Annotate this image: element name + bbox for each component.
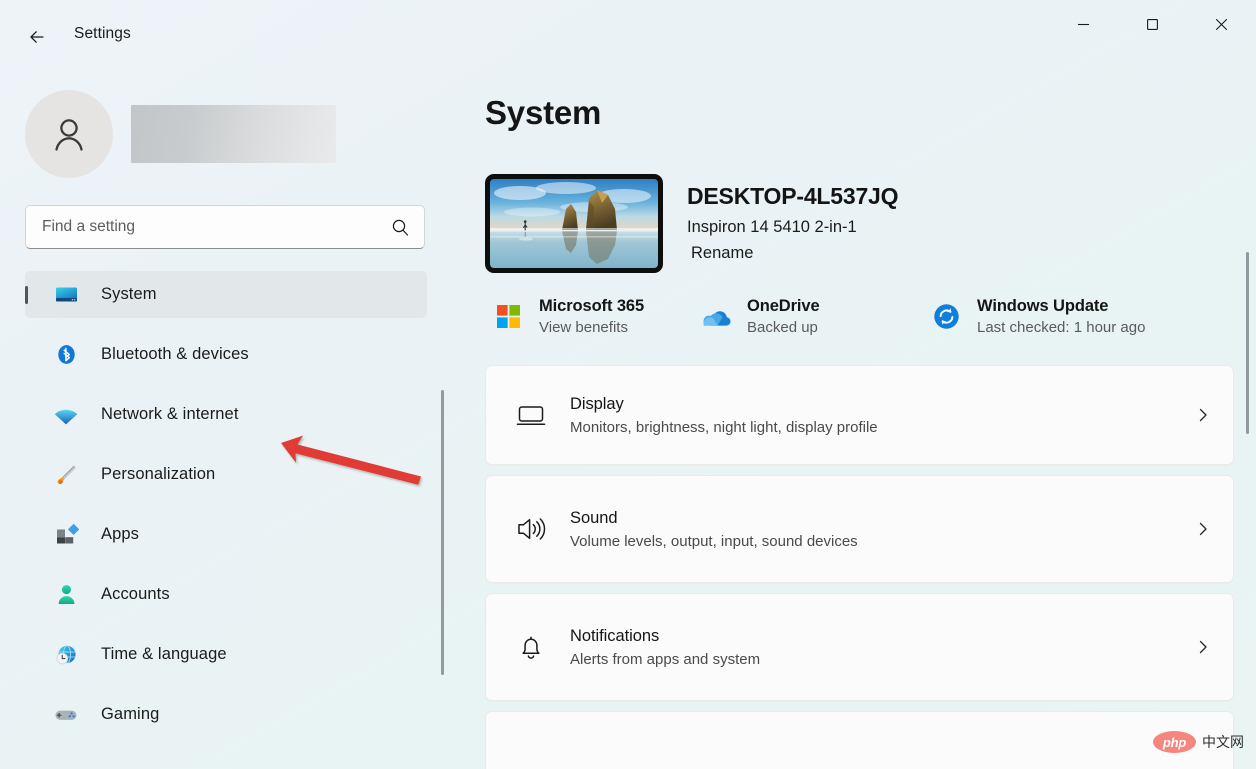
close-button[interactable]: [1187, 0, 1256, 48]
quick-link-onedrive[interactable]: OneDrive Backed up: [695, 292, 905, 341]
quick-link-title: OneDrive: [747, 297, 820, 315]
person-icon: [52, 581, 80, 609]
globe-clock-icon: [52, 641, 80, 669]
settings-cards: Display Monitors, brightness, night ligh…: [485, 365, 1234, 769]
maximize-icon: [1147, 18, 1158, 30]
card-text: Notifications Alerts from apps and syste…: [570, 627, 1195, 668]
person-avatar-icon: [55, 119, 83, 151]
display-monitor-icon: [514, 398, 548, 432]
sidebar-item-accounts[interactable]: Accounts: [25, 571, 427, 618]
window-controls: [1049, 0, 1256, 48]
sidebar-item-personalization[interactable]: Personalization: [25, 451, 427, 498]
quick-link-windows-update[interactable]: Windows Update Last checked: 1 hour ago: [925, 292, 1155, 341]
monitor-icon: [52, 281, 80, 309]
back-button[interactable]: [17, 21, 57, 53]
sidebar-item-label: Bluetooth & devices: [101, 345, 249, 363]
device-summary: DESKTOP-4L537JQ Inspiron 14 5410 2-in-1 …: [485, 174, 1234, 273]
card-title: Sound: [570, 508, 618, 527]
bluetooth-icon: [52, 341, 80, 369]
sidebar-item-label: Personalization: [101, 465, 216, 483]
main-content: System DESKTOP-4L537JQ Inspiron 14 5410 …: [460, 72, 1256, 769]
sidebar-item-label: Accounts: [101, 585, 170, 603]
quick-link-subtitle: Backed up: [747, 319, 818, 336]
card-subtitle: Volume levels, output, input, sound devi…: [570, 532, 858, 550]
sidebar-item-apps[interactable]: Apps: [25, 511, 427, 558]
microsoft-logo-icon: [493, 302, 523, 332]
page-title: System: [485, 94, 602, 131]
close-icon: [1215, 18, 1228, 30]
sidebar-scrollbar[interactable]: [441, 390, 444, 675]
chevron-right-icon[interactable]: [1195, 639, 1211, 655]
quick-link-text: Microsoft 365 View benefits: [539, 297, 644, 336]
selection-indicator: [25, 285, 28, 304]
card-subtitle: Alerts from apps and system: [570, 650, 761, 668]
sidebar-item-label: Network & internet: [101, 405, 239, 423]
rename-link[interactable]: Rename: [691, 244, 753, 263]
search-input[interactable]: [42, 218, 391, 236]
card-title: Notifications: [570, 626, 660, 645]
windows-update-sync-icon: [931, 302, 961, 332]
quick-link-title: Windows Update: [977, 297, 1109, 315]
card-text: Sound Volume levels, output, input, soun…: [570, 509, 1195, 550]
sidebar-item-network-internet[interactable]: Network & internet: [25, 391, 427, 438]
app-shell: System Bluetooth & devices: [0, 72, 1256, 769]
account-profile[interactable]: [25, 90, 460, 178]
card-title: Display: [570, 394, 624, 413]
card-text: Display Monitors, brightness, night ligh…: [570, 395, 1195, 436]
search-icon[interactable]: [391, 218, 410, 237]
quick-link-subtitle: Last checked: 1 hour ago: [977, 319, 1146, 336]
gamepad-icon: [52, 701, 80, 729]
minimize-button[interactable]: [1049, 0, 1118, 48]
account-name-redacted: [131, 105, 336, 163]
card-subtitle: Monitors, brightness, night light, displ…: [570, 418, 878, 436]
settings-card-partial[interactable]: [485, 711, 1234, 769]
wallpaper-image: [490, 179, 658, 268]
chevron-right-icon[interactable]: [1195, 521, 1211, 537]
minimize-icon: [1077, 23, 1090, 25]
wallpaper-thumbnail: [485, 174, 663, 273]
back-arrow-icon: [30, 31, 44, 43]
sidebar-item-label: System: [101, 285, 157, 303]
settings-card-notifications[interactable]: Notifications Alerts from apps and syste…: [485, 593, 1234, 701]
quick-link-subtitle: View benefits: [539, 319, 628, 336]
sidebar-nav: System Bluetooth & devices Network & int…: [25, 271, 427, 738]
sidebar-item-system[interactable]: System: [25, 271, 427, 318]
speaker-icon: [514, 512, 548, 546]
sidebar-item-time-language[interactable]: Time & language: [25, 631, 427, 678]
window-titlebar: Settings: [0, 0, 1256, 72]
sidebar-item-gaming[interactable]: Gaming: [25, 691, 427, 738]
quick-link-microsoft-365[interactable]: Microsoft 365 View benefits: [487, 292, 673, 341]
window-title: Settings: [74, 25, 131, 42]
settings-card-display[interactable]: Display Monitors, brightness, night ligh…: [485, 365, 1234, 465]
apps-blocks-icon: [52, 521, 80, 549]
search-box[interactable]: [25, 205, 425, 249]
chevron-right-icon[interactable]: [1195, 407, 1211, 423]
bell-icon: [514, 630, 548, 664]
quick-link-text: OneDrive Backed up: [747, 297, 820, 336]
onedrive-cloud-icon: [701, 302, 731, 332]
maximize-button[interactable]: [1118, 0, 1187, 48]
sidebar-item-label: Gaming: [101, 705, 160, 723]
settings-card-sound[interactable]: Sound Volume levels, output, input, soun…: [485, 475, 1234, 583]
avatar: [25, 90, 113, 178]
paintbrush-icon: [52, 461, 80, 489]
device-name: DESKTOP-4L537JQ: [687, 183, 899, 209]
main-scrollbar[interactable]: [1246, 252, 1249, 434]
quick-link-text: Windows Update Last checked: 1 hour ago: [977, 297, 1145, 336]
device-meta: DESKTOP-4L537JQ Inspiron 14 5410 2-in-1 …: [687, 174, 899, 263]
sidebar-item-bluetooth-devices[interactable]: Bluetooth & devices: [25, 331, 427, 378]
quick-links-row: Microsoft 365 View benefits OneDrive Bac…: [487, 292, 1234, 341]
sidebar-item-label: Time & language: [101, 645, 227, 663]
quick-link-title: Microsoft 365: [539, 297, 645, 315]
sidebar: System Bluetooth & devices: [0, 72, 460, 769]
sidebar-item-label: Apps: [101, 525, 140, 543]
device-model: Inspiron 14 5410 2-in-1: [687, 218, 857, 236]
wifi-icon: [52, 401, 80, 429]
